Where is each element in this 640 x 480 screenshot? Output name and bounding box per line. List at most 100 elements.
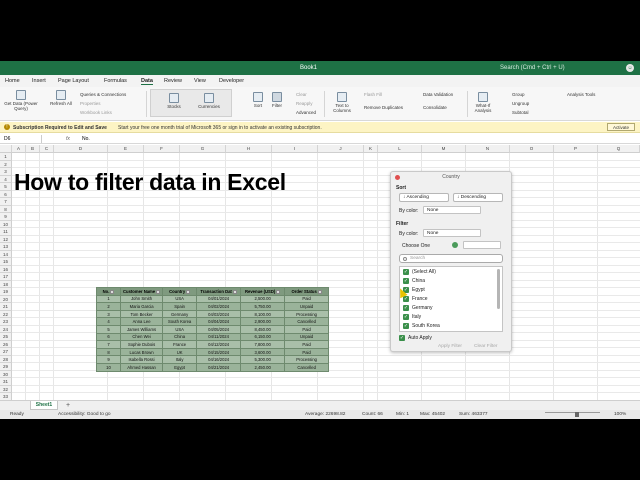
filter-dropdown-icon[interactable]	[186, 289, 191, 294]
table-cell[interactable]: Maria Garcia	[119, 302, 164, 311]
table-cell[interactable]: 2,500.00	[240, 294, 286, 304]
row-header[interactable]: 9	[0, 213, 12, 221]
row-header[interactable]: 4	[0, 175, 12, 183]
table-cell[interactable]: 04/11/2024	[196, 332, 242, 342]
clear-button[interactable]: Clear	[296, 92, 307, 97]
formula-input[interactable]: No.	[82, 135, 90, 143]
table-cell[interactable]: 5,750.00	[240, 302, 286, 311]
column-header[interactable]: N	[466, 145, 510, 153]
table-cell[interactable]: Ahmed Hassan	[119, 362, 164, 372]
data-validation-button[interactable]: Data Validation	[423, 92, 453, 97]
row-header[interactable]: 18	[0, 280, 12, 288]
table-cell[interactable]: 8	[96, 347, 121, 357]
column-header[interactable]: A	[12, 145, 26, 153]
auto-apply-checkbox[interactable]: ✓	[399, 335, 405, 341]
table-cell[interactable]: James Williams	[119, 324, 164, 334]
sort-descending-button[interactable]: ↓ Descending	[453, 193, 503, 202]
advanced-button[interactable]: Advanced	[296, 110, 316, 115]
column-header[interactable]: Q	[598, 145, 640, 153]
table-cell[interactable]: 04/05/2024	[196, 324, 242, 334]
row-header[interactable]: 8	[0, 205, 12, 213]
table-cell[interactable]: 04/16/2024	[196, 355, 242, 364]
filter-item-checkbox[interactable]: ✓	[403, 323, 409, 329]
row-header[interactable]: 20	[0, 295, 12, 303]
table-cell[interactable]: 2,900.00	[240, 317, 286, 326]
filter-dropdown-icon[interactable]	[156, 289, 161, 294]
search-box[interactable]: Search (Cmd + Ctrl + U)	[500, 65, 565, 71]
filter-dropdown-icon[interactable]	[317, 289, 322, 294]
choose-one-select[interactable]: Choose One	[402, 243, 430, 249]
table-cell[interactable]: Chen Wei	[119, 332, 164, 342]
column-header[interactable]: H	[226, 145, 272, 153]
row-header[interactable]: 24	[0, 325, 12, 333]
column-header[interactable]: B	[26, 145, 40, 153]
column-header[interactable]: I	[272, 145, 318, 153]
table-cell[interactable]: Cancelled	[284, 362, 330, 372]
filter-dropdown-icon[interactable]	[232, 289, 237, 294]
filter-search-input[interactable]: Search	[399, 254, 503, 263]
filter-item-checkbox[interactable]: ✓	[403, 296, 409, 302]
row-header[interactable]: 22	[0, 310, 12, 318]
column-header[interactable]: L	[378, 145, 422, 153]
table-cell[interactable]: Processing	[284, 309, 330, 319]
row-header[interactable]: 13	[0, 243, 12, 251]
refresh-all-button[interactable]: Refresh All	[50, 90, 72, 106]
filter-dropdown-icon[interactable]	[276, 289, 281, 294]
flash-fill-button[interactable]: Flash Fill	[364, 92, 382, 97]
tab-formulas[interactable]: Formulas	[104, 78, 127, 84]
ungroup-button[interactable]: Ungroup	[512, 101, 529, 106]
row-header[interactable]: 21	[0, 303, 12, 311]
table-cell[interactable]: 7,800.00	[240, 340, 286, 349]
user-avatar-icon[interactable]: ☺	[626, 64, 634, 72]
row-header[interactable]: 3	[0, 168, 12, 176]
tab-page-layout[interactable]: Page Layout	[58, 78, 89, 84]
filter-by-color-select[interactable]: None	[423, 229, 481, 237]
row-header[interactable]: 5	[0, 183, 12, 191]
stepper-icon[interactable]	[452, 242, 458, 248]
table-cell[interactable]: 7	[96, 340, 121, 349]
table-header-cell[interactable]: Customer Name	[119, 287, 164, 296]
column-header[interactable]: G	[180, 145, 226, 153]
tab-developer[interactable]: Developer	[219, 78, 244, 84]
status-accessibility[interactable]: Accessibility: Good to go	[58, 412, 111, 417]
table-cell[interactable]: 04/04/2024	[196, 317, 242, 326]
row-header[interactable]: 11	[0, 228, 12, 236]
row-header[interactable]: 15	[0, 258, 12, 266]
name-box[interactable]: D6	[2, 135, 42, 143]
activate-button[interactable]: Activate	[607, 123, 635, 131]
row-header[interactable]: 33	[0, 393, 12, 400]
table-cell[interactable]: Egypt	[162, 362, 198, 372]
sort-ascending-button[interactable]: ↓ Ascending	[399, 193, 449, 202]
sort-by-color-select[interactable]: None	[423, 206, 481, 214]
workbook-links-button[interactable]: Workbook Links	[80, 110, 112, 115]
table-cell[interactable]: 2	[96, 302, 121, 311]
table-cell[interactable]: Sophie Dubois	[119, 340, 164, 349]
table-cell[interactable]: Processing	[284, 355, 330, 364]
table-cell[interactable]: Anna Lee	[119, 317, 164, 326]
table-cell[interactable]: Paid	[284, 340, 330, 349]
sheet-tab-sheet1[interactable]: Sheet1	[30, 401, 58, 410]
worksheet-grid[interactable]: ABCDEFGHIJKLMNOPQ 1 2 3 4 5 6 7 8 9 10 11 12 13 14 15 1…	[0, 145, 640, 400]
row-header[interactable]: 27	[0, 348, 12, 356]
row-header[interactable]: 10	[0, 220, 12, 228]
text-to-columns-button[interactable]: Text to Columns	[330, 92, 354, 113]
column-header[interactable]: J	[318, 145, 364, 153]
column-header[interactable]: P	[554, 145, 598, 153]
row-header[interactable]: 29	[0, 363, 12, 371]
row-header[interactable]: 19	[0, 288, 12, 296]
add-sheet-button[interactable]: +	[66, 401, 70, 410]
column-header[interactable]: D	[54, 145, 108, 153]
table-cell[interactable]: Paid	[284, 347, 330, 357]
row-header[interactable]: 30	[0, 370, 12, 378]
table-header-cell[interactable]: No.	[96, 287, 121, 296]
table-cell[interactable]: 04/21/2024	[196, 362, 242, 372]
table-cell[interactable]: 5,300.00	[240, 355, 286, 364]
table-cell[interactable]: Paid	[284, 294, 330, 304]
clear-filter-button[interactable]: Clear Filter	[474, 344, 497, 349]
zoom-slider-handle[interactable]	[575, 412, 579, 417]
column-header[interactable]: O	[510, 145, 554, 153]
table-cell[interactable]: John Smith	[119, 294, 164, 304]
filter-item-checkbox[interactable]: ✓	[403, 278, 409, 284]
tab-data[interactable]: Data	[141, 78, 153, 85]
table-cell[interactable]: 3	[96, 309, 121, 319]
